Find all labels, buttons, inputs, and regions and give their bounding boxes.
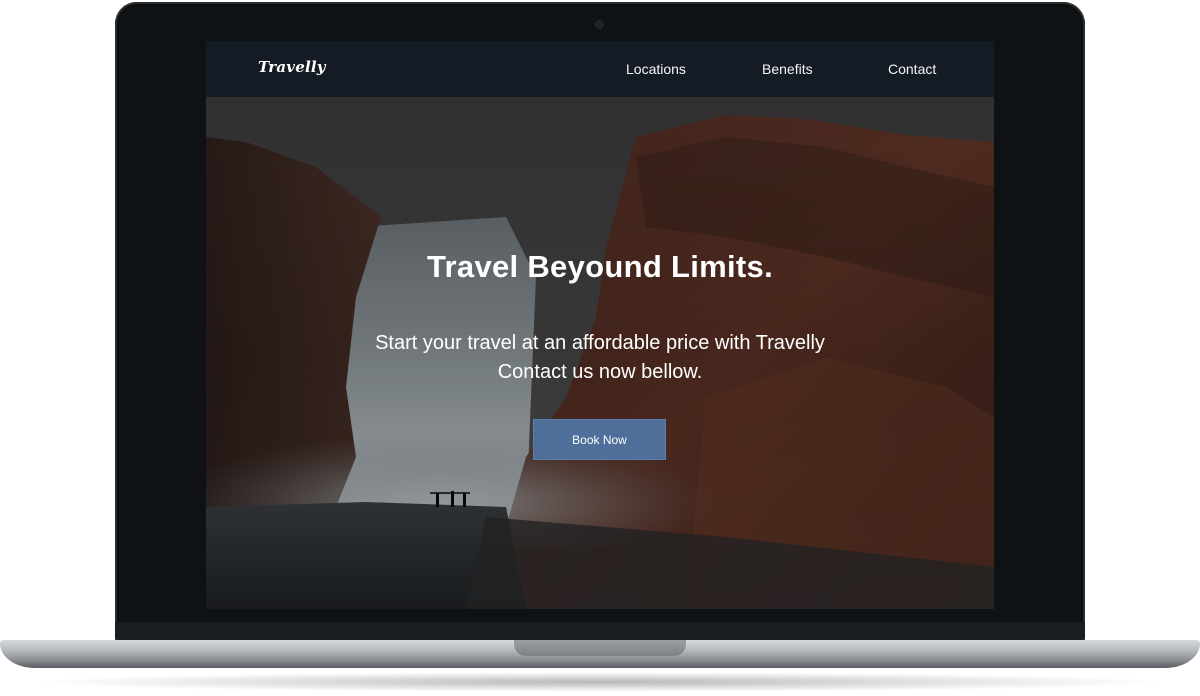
book-now-button[interactable]: Book Now	[533, 419, 666, 460]
hero-subtitle-line-2: Contact us now bellow.	[497, 361, 703, 383]
site-logo[interactable]: Travelly	[258, 58, 326, 76]
hero-title: Travel Beyound Limits.	[427, 249, 773, 284]
camera-icon	[596, 21, 603, 28]
laptop-base-notch	[514, 640, 686, 656]
nav-link-locations[interactable]: Locations	[626, 61, 686, 77]
nav-link-contact[interactable]: Contact	[888, 61, 936, 77]
hero-subtitle: Start your travel at an affordable price…	[206, 329, 994, 387]
laptop-shadow	[30, 672, 1170, 692]
nav-link-benefits[interactable]: Benefits	[762, 61, 813, 77]
browser-viewport: Travelly Locations Benefits Contact Trav…	[206, 41, 994, 609]
hero-section: Travel Beyound Limits. Start your travel…	[206, 97, 994, 609]
hero-subtitle-line-1: Start your travel at an affordable price…	[375, 332, 825, 354]
navbar: Travelly Locations Benefits Contact	[206, 41, 994, 97]
